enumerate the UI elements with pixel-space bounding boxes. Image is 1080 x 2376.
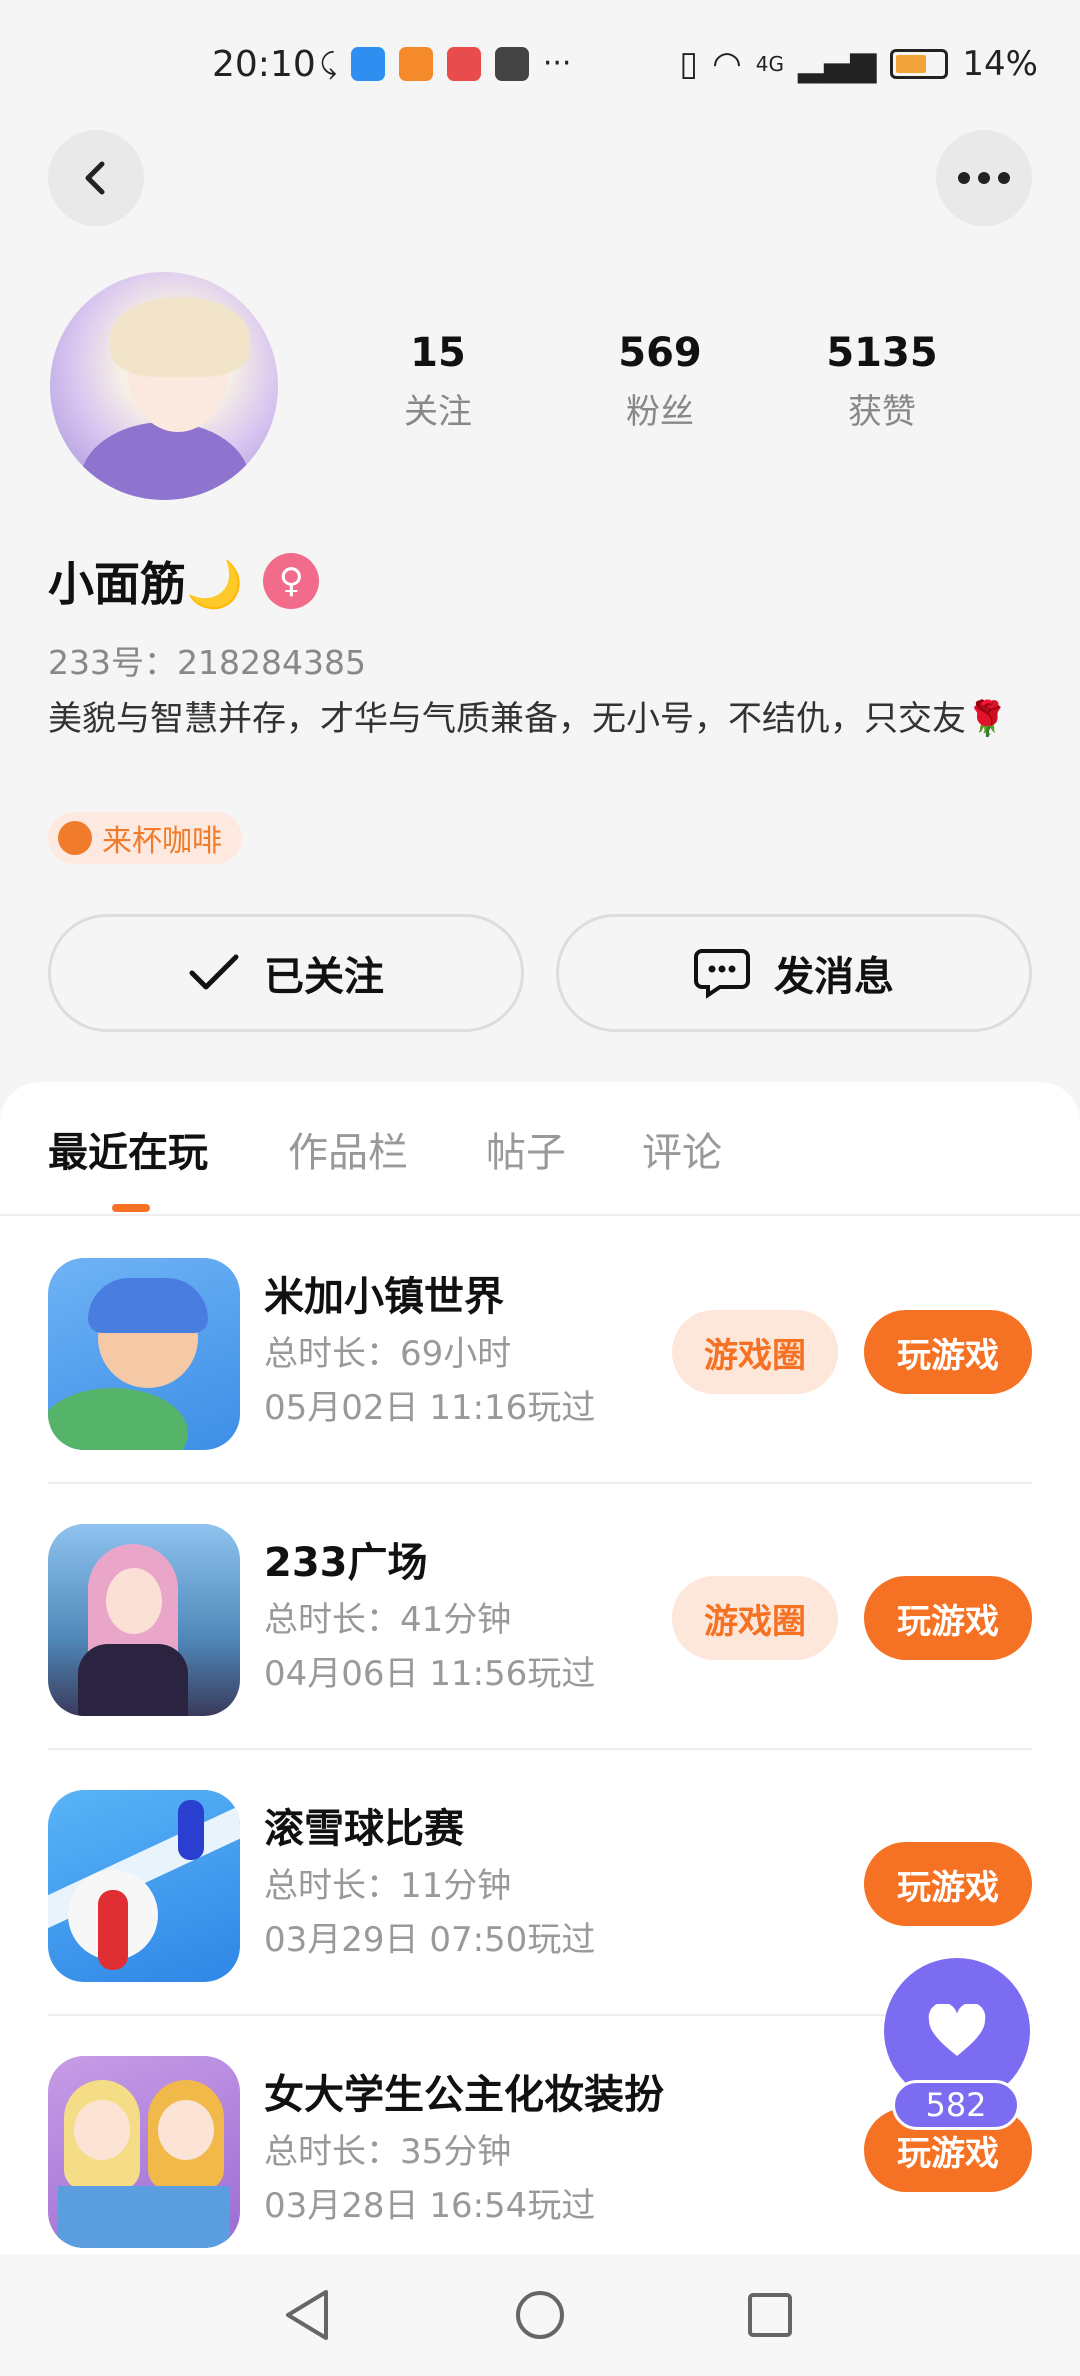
more-button[interactable] <box>936 130 1032 226</box>
game-circle-button[interactable]: 游戏圈 <box>672 1576 838 1660</box>
tab-recent-played[interactable]: 最近在玩 <box>48 1120 208 1178</box>
status-bar: 20:10 ⤹ ··· ▯ ◠ 4G ▂▄▆ 14% <box>0 0 1080 130</box>
signal-icon: ▂▄▆ <box>797 44 877 84</box>
heart-icon <box>928 2004 986 2056</box>
game-row[interactable]: 233广场 总时长：41分钟 04月06日 11:56玩过 游戏圈 玩游戏 <box>0 1484 1080 1750</box>
tab-posts[interactable]: 帖子 <box>486 1120 566 1178</box>
game-duration: 总时长：69小时 <box>264 1334 512 1374</box>
profile-name-row: 小面筋🌙 ♀ <box>48 548 320 614</box>
followed-button-label: 已关注 <box>264 954 384 1000</box>
play-game-button[interactable]: 玩游戏 <box>864 1310 1032 1394</box>
play-game-button[interactable]: 玩游戏 <box>864 1842 1032 1926</box>
profile-bio: 美貌与智慧并存，才华与气质兼备，无小号，不结仇，只交友🌹 <box>48 699 1009 739</box>
stat-following-label: 关注 <box>404 392 472 432</box>
game-last-played: 04月06日 11:56玩过 <box>264 1654 596 1694</box>
game-duration: 总时长：41分钟 <box>264 1600 512 1640</box>
game-last-played: 03月29日 07:50玩过 <box>264 1920 596 1960</box>
missed-call-icon: ⤹ <box>320 46 337 80</box>
game-icon-233-plaza <box>48 1524 240 1716</box>
stat-likes-value: 5135 <box>826 330 938 376</box>
stat-fans[interactable]: 569 粉丝 <box>570 330 750 433</box>
stat-following[interactable]: 15 关注 <box>348 330 528 433</box>
vibrate-icon: ▯ <box>679 44 699 84</box>
game-last-played: 05月02日 11:16玩过 <box>264 1388 596 1428</box>
tab-works[interactable]: 作品栏 <box>288 1120 408 1178</box>
game-icon-princess-makeup <box>48 2056 240 2248</box>
stat-fans-label: 粉丝 <box>626 392 694 432</box>
game-title: 米加小镇世界 <box>264 1274 504 1320</box>
coffee-icon <box>58 821 92 855</box>
play-game-button[interactable]: 玩游戏 <box>864 1576 1032 1660</box>
mail-app-icon <box>494 46 529 81</box>
game-title: 233广场 <box>264 1540 428 1586</box>
wifi-icon: ◠ <box>712 44 742 84</box>
battery-icon <box>890 49 949 79</box>
nav-recents-button[interactable] <box>735 2280 805 2350</box>
coffee-badge[interactable]: 来杯咖啡 <box>48 812 242 864</box>
more-notifications-icon: ··· <box>542 46 572 81</box>
game-circle-button[interactable]: 游戏圈 <box>672 1310 838 1394</box>
status-right: ▯ ◠ 4G ▂▄▆ 14% <box>679 44 1038 84</box>
stat-likes-label: 获赞 <box>848 392 916 432</box>
profile-name: 小面筋🌙 <box>48 557 244 611</box>
game-row[interactable]: 米加小镇世界 总时长：69小时 05月02日 11:16玩过 游戏圈 玩游戏 <box>0 1218 1080 1484</box>
game-duration: 总时长：35分钟 <box>264 2132 512 2172</box>
stat-following-value: 15 <box>410 330 466 376</box>
system-nav-bar <box>0 2254 1080 2376</box>
game-icon-toca <box>48 1258 240 1450</box>
back-button[interactable] <box>48 130 144 226</box>
stat-fans-value: 569 <box>618 330 702 376</box>
notification-icons: ⤹ ··· <box>320 46 571 81</box>
nav-home-button[interactable] <box>505 2280 575 2350</box>
weather-app-icon <box>350 46 385 81</box>
user-id[interactable]: 233号：218284385 <box>48 636 366 684</box>
game-title: 女大学生公主化妆装扮 <box>264 2072 664 2118</box>
nav-recents-square-icon <box>748 2293 792 2337</box>
coffee-badge-label: 来杯咖啡 <box>102 824 222 859</box>
more-dots-icon <box>958 172 1010 184</box>
nav-home-circle-icon <box>516 2291 564 2339</box>
tab-divider <box>0 1214 1080 1216</box>
nav-back-button[interactable] <box>272 2280 342 2350</box>
tab-indicator <box>112 1204 150 1212</box>
back-arrow-icon <box>85 161 105 195</box>
check-icon <box>189 954 239 990</box>
game-title: 滚雪球比赛 <box>264 1806 464 1852</box>
status-time: 20:10 <box>212 44 316 85</box>
huawei-app-icon <box>446 46 481 81</box>
game-duration: 总时长：11分钟 <box>264 1866 512 1906</box>
tab-bar: 最近在玩 作品栏 帖子 评论 <box>0 1120 1080 1216</box>
nav-back-triangle-icon <box>286 2290 328 2340</box>
message-button-label: 发消息 <box>774 954 894 1000</box>
network-type: 4G <box>755 52 784 76</box>
game-icon-snowball <box>48 1790 240 1982</box>
battery-percent: 14% <box>962 44 1038 84</box>
chat-bubble-icon <box>694 949 750 999</box>
message-button[interactable]: 发消息 <box>556 914 1032 1032</box>
gender-female-icon: ♀ <box>263 553 320 609</box>
stat-likes[interactable]: 5135 获赞 <box>792 330 972 433</box>
tab-comments[interactable]: 评论 <box>642 1120 722 1178</box>
avatar[interactable] <box>50 272 278 500</box>
game-last-played: 03月28日 16:54玩过 <box>264 2186 596 2226</box>
like-count: 582 <box>892 2080 1020 2130</box>
followed-button[interactable]: 已关注 <box>48 914 524 1032</box>
video-app-icon <box>398 46 433 81</box>
